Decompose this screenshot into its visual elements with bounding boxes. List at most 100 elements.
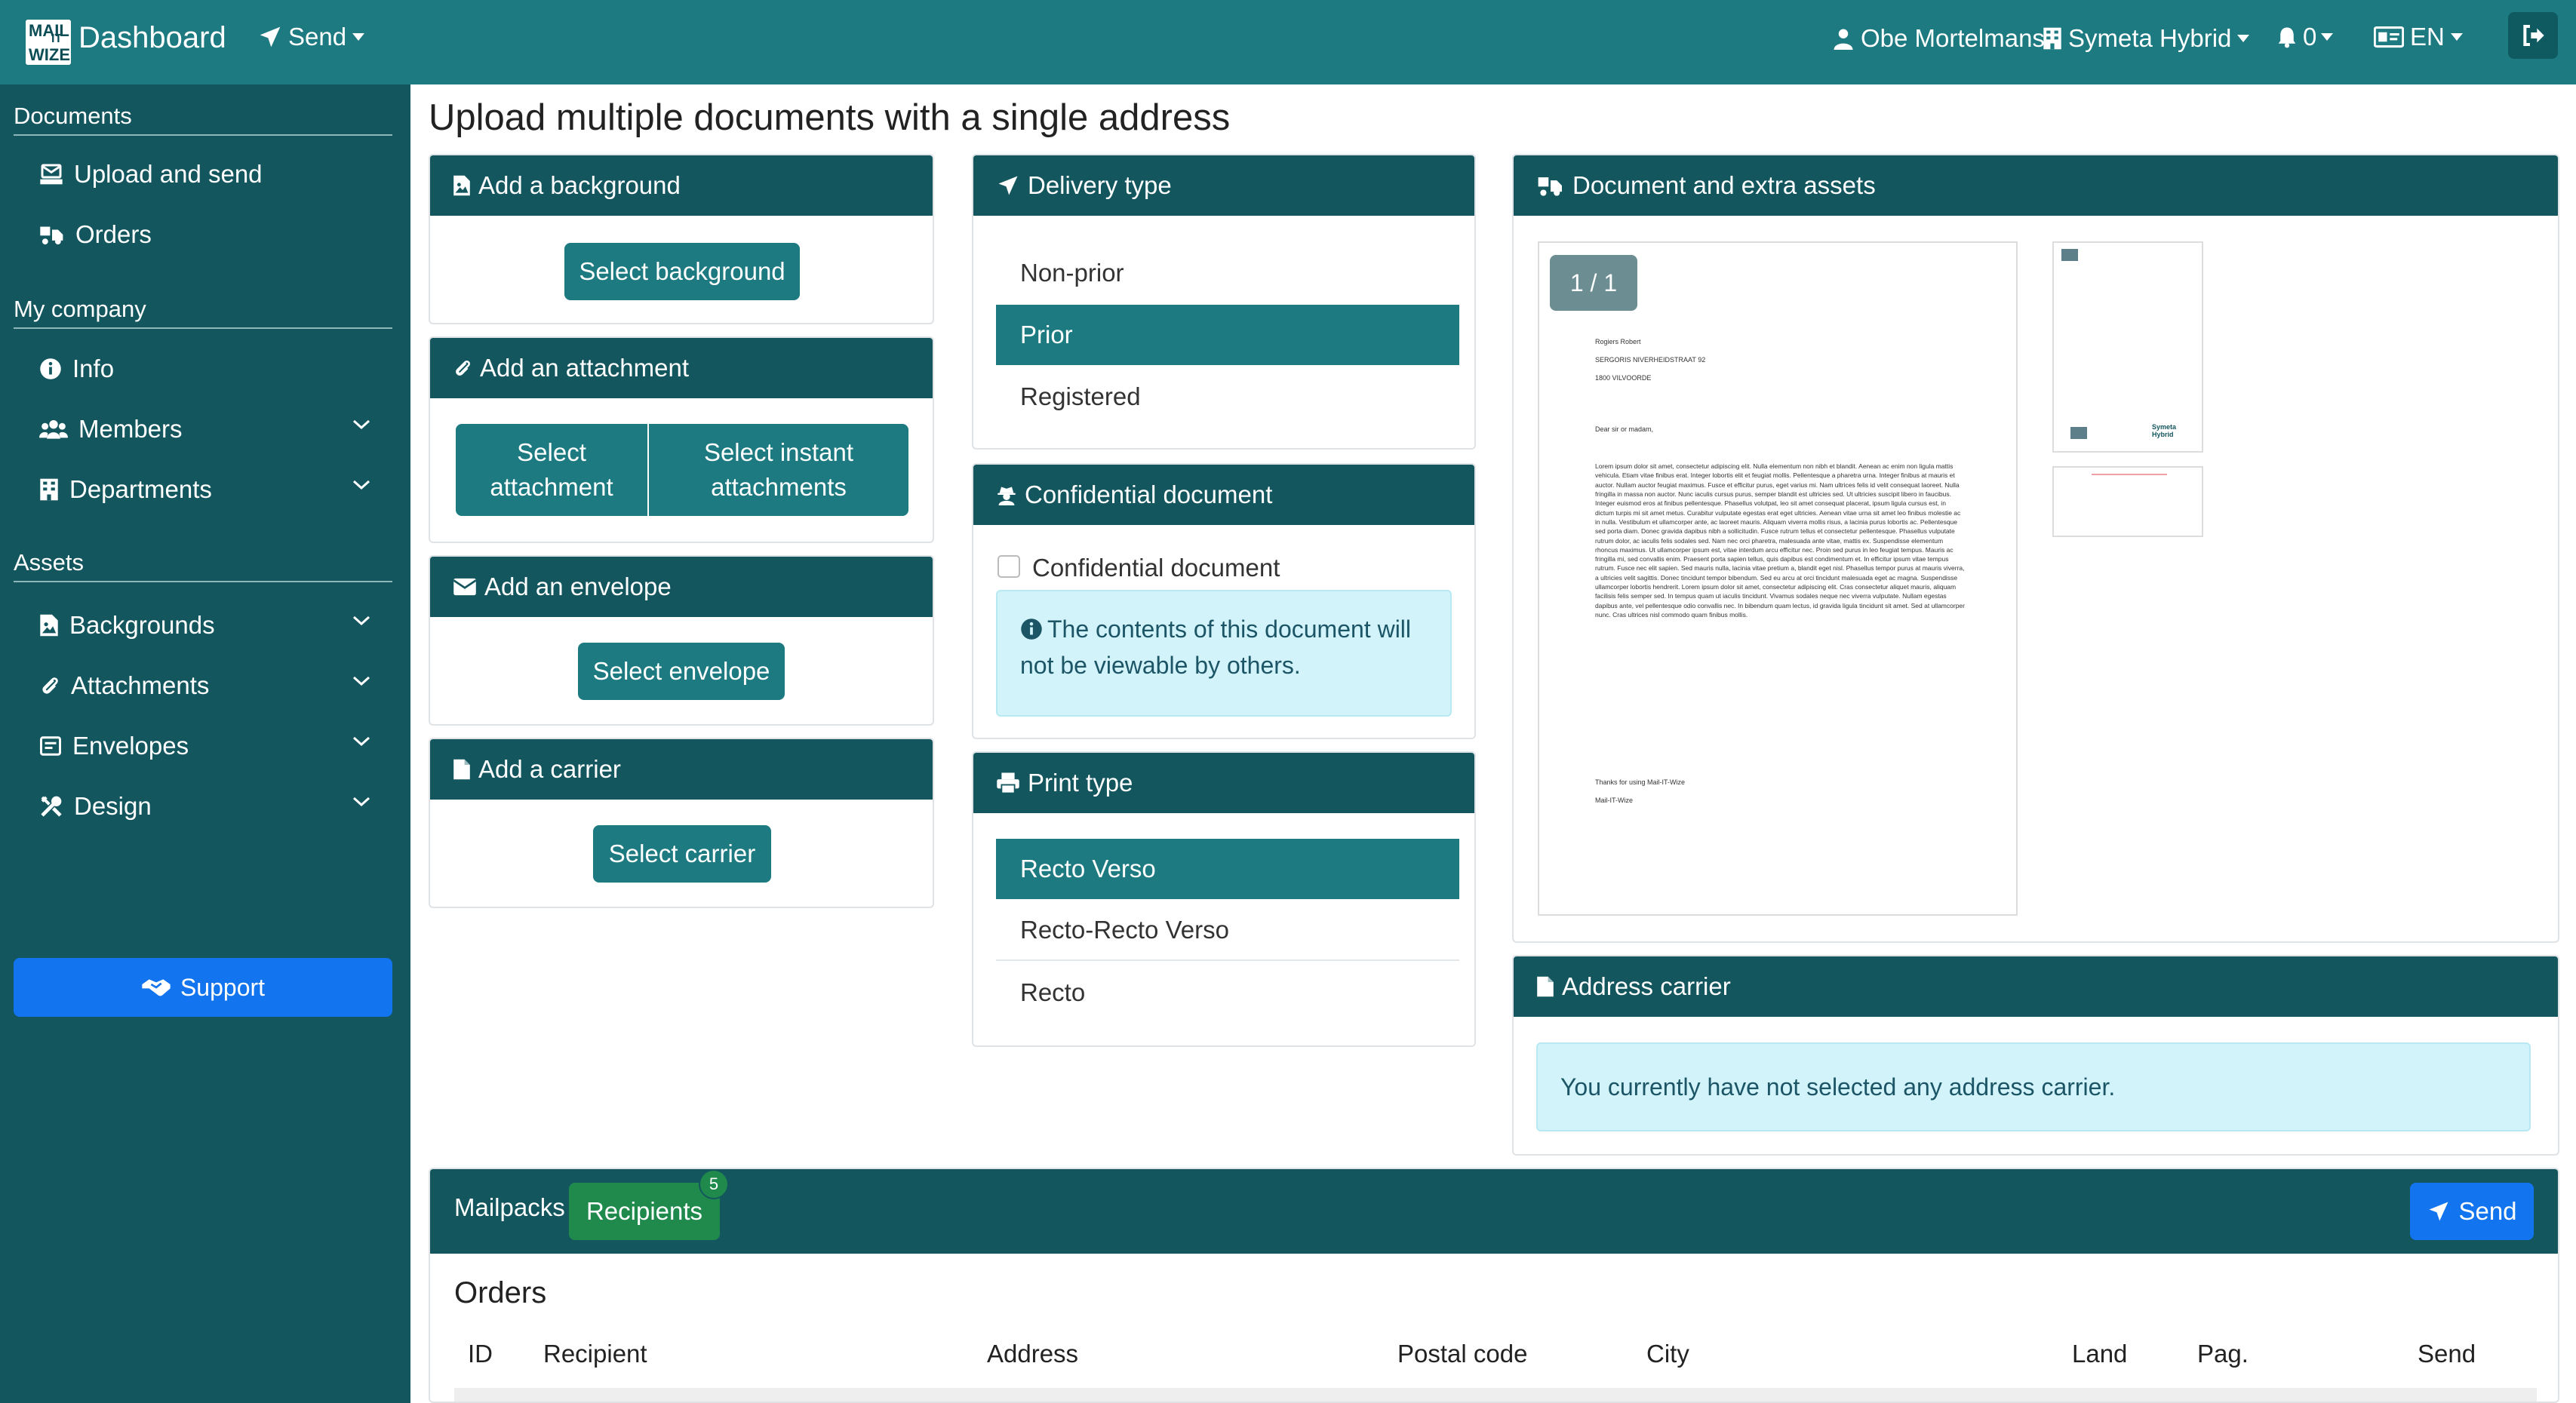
sidebar-divider	[14, 327, 392, 329]
info-circle-icon	[40, 358, 61, 379]
chevron-down-icon	[2321, 33, 2334, 41]
column-header-id[interactable]: ID	[468, 1340, 493, 1368]
sidebar-item-backgrounds[interactable]: Backgrounds	[39, 611, 371, 640]
support-button[interactable]: Support	[14, 958, 392, 1017]
column-header-send[interactable]: Send	[2418, 1340, 2476, 1368]
sidebar-item-label: Info	[72, 355, 115, 382]
logout-button[interactable]	[2508, 12, 2558, 59]
column-header-city[interactable]: City	[1646, 1340, 1689, 1368]
send-menu[interactable]: Send	[258, 23, 365, 51]
sidebar-item-design[interactable]: Design	[39, 792, 371, 821]
page-title: Upload multiple documents with a single …	[429, 97, 1231, 138]
sidebar-item-attachments[interactable]: Attachments	[39, 671, 371, 700]
print-option-recto[interactable]: Recto	[996, 962, 1459, 1023]
card-header: Add an attachment	[430, 338, 933, 398]
sidebar-divider	[14, 134, 392, 136]
mailpacks-header: Mailpacks Recipients 5 Send	[430, 1169, 2558, 1254]
company-menu[interactable]: Symeta Hybrid	[2043, 24, 2250, 53]
card-header: Delivery type	[973, 155, 1474, 216]
sidebar-heading-assets: Assets	[14, 549, 85, 576]
sidebar-item-departments[interactable]: Departments	[39, 475, 371, 504]
confidential-checkbox-label[interactable]: Confidential document	[1032, 554, 1280, 582]
sidebar-item-label: Upload and send	[74, 160, 263, 188]
recipients-tab[interactable]: Recipients	[569, 1183, 720, 1240]
sidebar-item-members[interactable]: Members	[39, 415, 371, 444]
language-menu[interactable]: EN	[2374, 23, 2463, 51]
asset-thumbnail[interactable]	[2052, 466, 2203, 537]
brand-logo[interactable]: MAIL IT WIZE	[26, 20, 71, 65]
bell-icon	[2278, 27, 2296, 48]
confidential-info-text: The contents of this document will not b…	[1020, 616, 1412, 679]
send-button[interactable]: Send	[2410, 1183, 2534, 1240]
card-title: Add an envelope	[484, 573, 672, 600]
dashboard-link[interactable]: Dashboard	[78, 21, 226, 55]
background-card: Add a background Select background	[429, 154, 934, 324]
document-thumbnail[interactable]: Symeta Hybrid	[2052, 241, 2203, 453]
chevron-down-icon[interactable]	[352, 674, 371, 688]
confidential-info-alert: The contents of this document will not b…	[996, 590, 1452, 717]
select-attachment-button[interactable]: Select attachment	[456, 424, 647, 516]
attachment-card: Add an attachment Select attachment Sele…	[429, 336, 934, 543]
card-header: Address carrier	[1514, 956, 2558, 1017]
select-envelope-button[interactable]: Select envelope	[578, 643, 785, 700]
notifications-menu[interactable]: 0	[2276, 23, 2334, 51]
paper-plane-icon	[2429, 1202, 2448, 1221]
column-header-postal-code[interactable]: Postal code	[1397, 1340, 1527, 1368]
sidebar-item-envelopes[interactable]: Envelopes	[39, 732, 371, 760]
logo-mail: MAIL	[29, 21, 69, 40]
chevron-down-icon[interactable]	[352, 478, 371, 492]
company-name: Symeta Hybrid	[2068, 24, 2232, 52]
column-header-pages[interactable]: Pag.	[2197, 1340, 2249, 1368]
delivery-option-registered[interactable]: Registered	[996, 367, 1459, 427]
card-title: Document and extra assets	[1572, 171, 1876, 199]
file-icon	[1537, 976, 1554, 997]
logo-it: IT	[51, 32, 63, 45]
user-menu[interactable]: Obe Mortelmans	[1832, 24, 2045, 53]
delivery-type-card: Delivery type Non-prior Prior Registered	[972, 154, 1476, 450]
thumbnail-logo	[2061, 249, 2078, 261]
sidebar-divider	[14, 581, 392, 582]
sidebar-item-upload-and-send[interactable]: Upload and send	[39, 160, 371, 189]
card-title: Add a carrier	[478, 755, 621, 783]
table-row[interactable]	[454, 1388, 2537, 1401]
confidential-card: Confidential document Confidential docum…	[972, 463, 1476, 739]
sidebar-item-info[interactable]: Info	[39, 355, 371, 383]
sidebar-heading-documents: Documents	[14, 103, 132, 129]
column-header-land[interactable]: Land	[2072, 1340, 2127, 1368]
card-title: Address carrier	[1562, 972, 1731, 1000]
card-header: Print type	[973, 753, 1474, 813]
column-header-address[interactable]: Address	[987, 1340, 1078, 1368]
truck-loading-icon	[40, 226, 63, 245]
page-indicator: 1 / 1	[1550, 255, 1637, 311]
chevron-down-icon[interactable]	[352, 735, 371, 748]
carrier-card: Add a carrier Select carrier	[429, 738, 934, 908]
chevron-down-icon[interactable]	[352, 795, 371, 809]
sidebar-item-label: Orders	[75, 220, 152, 248]
select-carrier-button[interactable]: Select carrier	[593, 825, 771, 883]
column-header-recipient[interactable]: Recipient	[543, 1340, 647, 1368]
user-secret-icon	[998, 487, 1016, 505]
select-instant-attachments-button[interactable]: Select instant attachments	[649, 424, 908, 516]
delivery-option-prior[interactable]: Prior	[996, 305, 1459, 365]
building-icon	[40, 478, 58, 501]
sidebar-item-label: Design	[74, 792, 152, 820]
confidential-checkbox[interactable]	[998, 555, 1020, 578]
card-title: Add a background	[478, 171, 681, 199]
chevron-down-icon[interactable]	[352, 418, 371, 431]
mailpacks-label: Mailpacks	[454, 1193, 565, 1221]
envelope-open-icon	[40, 736, 61, 756]
card-title: Add an attachment	[480, 354, 690, 382]
support-label: Support	[180, 973, 266, 1001]
select-background-button[interactable]: Select background	[564, 243, 800, 300]
chevron-down-icon[interactable]	[352, 614, 371, 628]
file-image-icon	[40, 614, 58, 637]
chevron-down-icon	[2450, 33, 2463, 41]
document-preview[interactable]: 1 / 1 Rogiers Robert SERGORIS NIVERHEIDS…	[1538, 241, 2018, 916]
print-option-recto-recto-verso[interactable]: Recto-Recto Verso	[996, 901, 1459, 961]
delivery-option-non-prior[interactable]: Non-prior	[996, 243, 1459, 303]
orders-title: Orders	[454, 1276, 547, 1309]
send-menu-label: Send	[288, 23, 347, 51]
print-option-recto-verso[interactable]: Recto Verso	[996, 839, 1459, 899]
sidebar-item-orders[interactable]: Orders	[39, 220, 371, 249]
top-navbar: MAIL IT WIZE Dashboard Send Obe Mortelma…	[0, 0, 2576, 84]
